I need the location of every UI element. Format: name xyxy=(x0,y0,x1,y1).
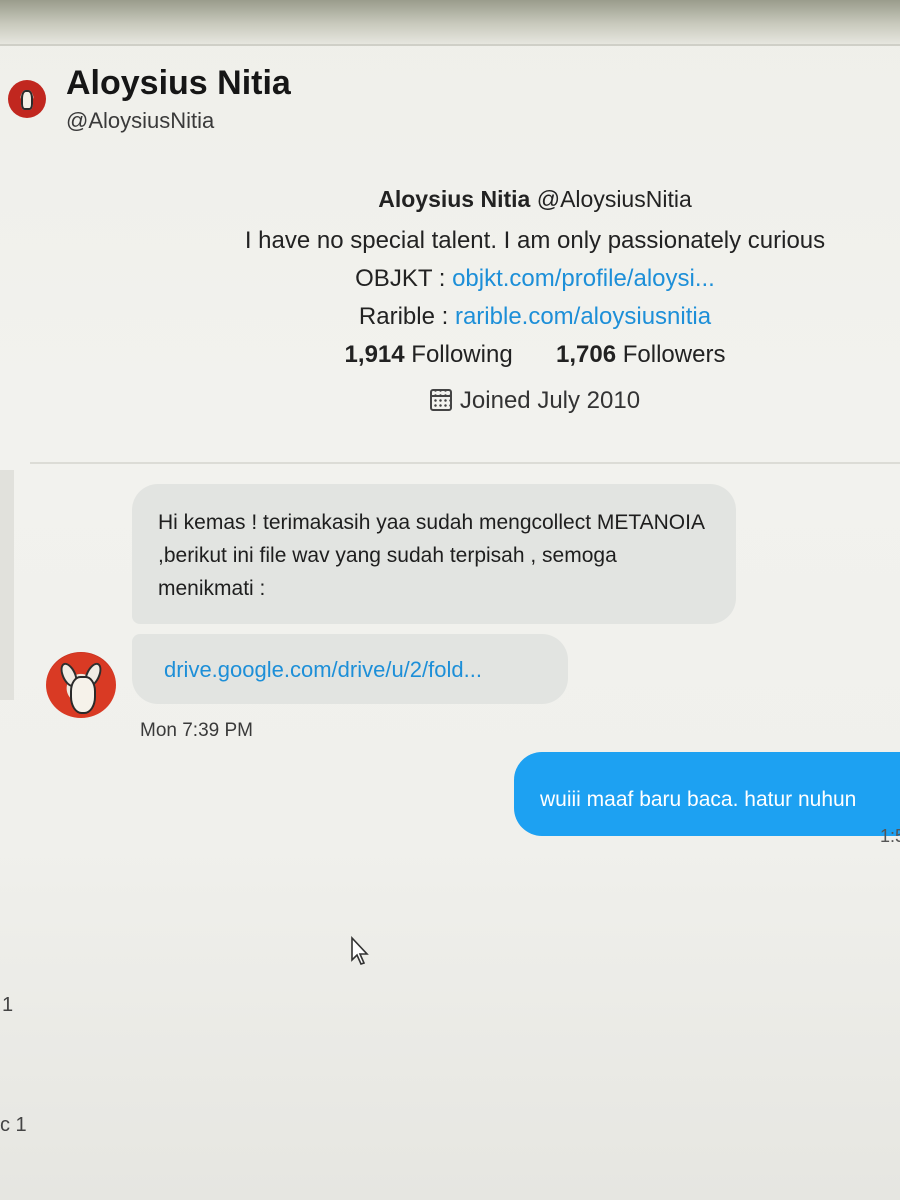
profile-card: Aloysius Nitia @AloysiusNitia I have no … xyxy=(190,186,880,415)
sender-avatar[interactable] xyxy=(46,652,116,718)
header-divider xyxy=(0,44,900,46)
conversation-handle: @AloysiusNitia xyxy=(66,108,215,133)
profile-rarible-line: Rarible : rarible.com/aloysiusnitia xyxy=(190,303,880,331)
sidebar-edge xyxy=(0,470,14,700)
outgoing-timestamp: 1:5 xyxy=(880,826,900,846)
following-count: 1,914 xyxy=(344,341,405,368)
header-avatar[interactable] xyxy=(8,80,46,118)
edge-fragment-2: c 1 xyxy=(0,1114,27,1136)
followers-label: Followers xyxy=(622,341,726,368)
rarible-link[interactable]: rarible.com/aloysiusnitia xyxy=(455,303,711,330)
conversation-title[interactable]: Aloysius Nitia xyxy=(66,64,291,103)
objkt-link[interactable]: objkt.com/profile/aloysi... xyxy=(452,265,715,292)
incoming-timestamp: Mon 7:39 PM xyxy=(140,720,253,741)
following-stat[interactable]: 1,914 Following xyxy=(345,341,513,368)
joined-text: Joined July 2010 xyxy=(459,387,641,414)
profile-title[interactable]: Aloysius Nitia @AloysiusNitia xyxy=(190,186,880,213)
profile-bio: I have no special talent. I am only pass… xyxy=(244,227,826,254)
outgoing-message-text: wuiii maaf baru baca. hatur nuhun xyxy=(540,788,857,811)
rarible-label: Rarible : xyxy=(358,303,449,330)
profile-objkt-line: OBJKT : objkt.com/profile/aloysi... xyxy=(190,265,880,293)
profile-divider xyxy=(30,462,900,464)
profile-handle: @AloysiusNitia xyxy=(536,186,692,212)
calendar-icon xyxy=(429,389,452,411)
profile-name: Aloysius Nitia xyxy=(378,186,531,212)
edge-fragment-1: 1 xyxy=(2,994,14,1016)
cursor-icon xyxy=(351,936,369,965)
joined-date: Joined July 2010 xyxy=(190,387,880,415)
objkt-label: OBJKT : xyxy=(355,265,446,292)
followers-stat[interactable]: 1,706 Followers xyxy=(556,341,725,368)
profile-stats: 1,914 Following 1,706 Followers xyxy=(190,341,880,369)
incoming-link[interactable]: drive.google.com/drive/u/2/fold... xyxy=(164,657,482,683)
incoming-message-text: Hi kemas ! terimakasih yaa sudah mengcol… xyxy=(158,511,704,600)
monitor-bezel xyxy=(0,0,900,44)
dm-conversation-screen: Aloysius Nitia @AloysiusNitia Aloysius N… xyxy=(0,0,900,1200)
followers-count: 1,706 xyxy=(556,341,617,368)
following-label: Following xyxy=(411,341,513,368)
